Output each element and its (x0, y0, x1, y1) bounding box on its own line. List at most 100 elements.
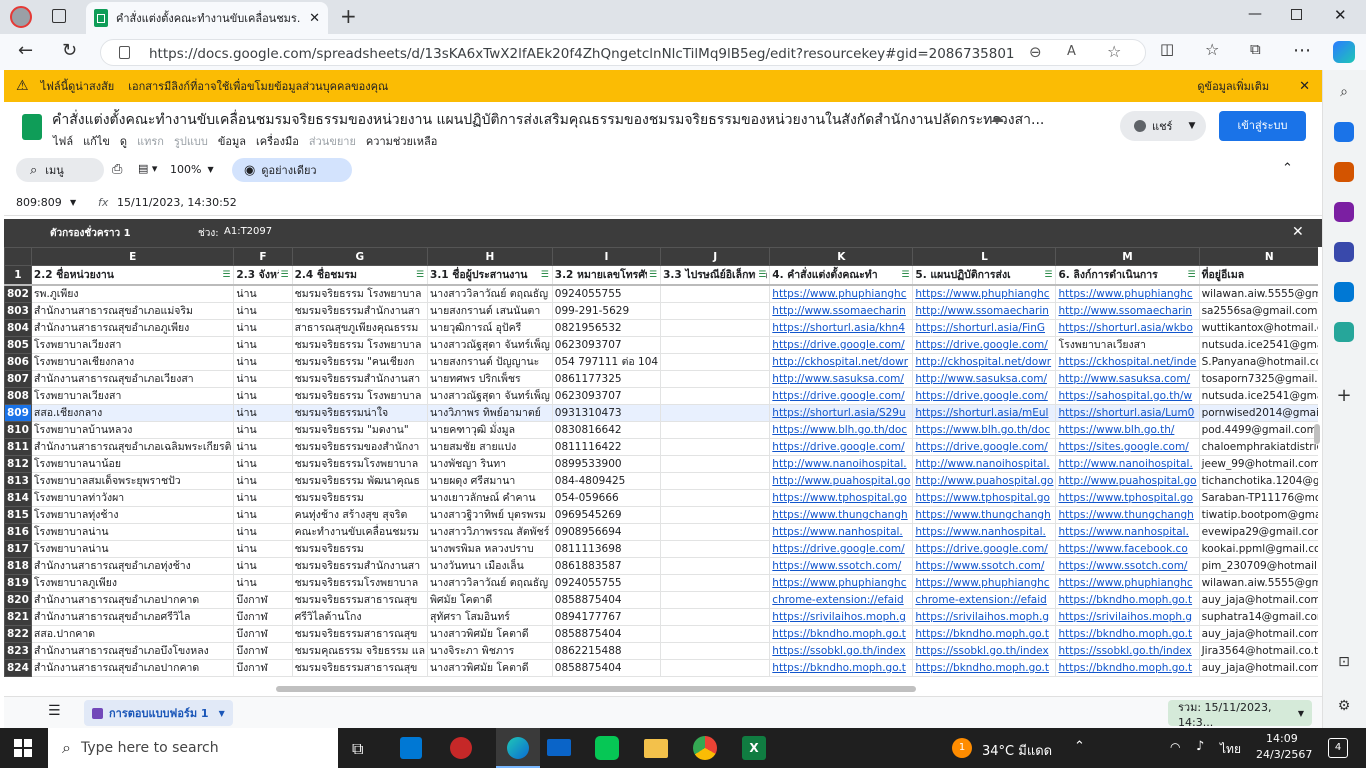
close-filter-icon[interactable]: ✕ (1292, 224, 1304, 240)
table-cell[interactable]: http://www.nanoihospital. (1055, 454, 1200, 473)
table-cell[interactable] (660, 471, 771, 490)
share-button[interactable]: แชร์ ▼ (1120, 111, 1206, 141)
row-number[interactable]: 810 (4, 420, 32, 439)
menu-data[interactable]: ข้อมูล (218, 132, 246, 150)
filter-icon[interactable]: ☰ (538, 267, 549, 283)
table-cell[interactable]: 084-4809425 (551, 471, 662, 490)
table-cell[interactable]: สำนักงานสาธารณสุขอำเภอเวียงสา (30, 369, 235, 388)
new-tab-icon[interactable]: + (340, 4, 357, 28)
excel-icon[interactable]: X (742, 736, 766, 760)
filter-icon[interactable]: ☰ (647, 267, 658, 283)
filter-icon[interactable]: ☰ (899, 267, 910, 283)
menu-view[interactable]: ดู (120, 132, 127, 150)
row-number[interactable]: 803 (4, 301, 32, 320)
table-cell[interactable]: jeew_99@hotmail.com (1198, 454, 1318, 473)
table-cell[interactable]: ชมรมจริยธรรมสำนักงานสา (291, 301, 429, 320)
table-cell[interactable] (660, 403, 771, 422)
table-cell[interactable]: https://www.nanhospital. (912, 522, 1057, 541)
table-cell[interactable]: คณะทำงานขับเคลื่อนชมรม (291, 522, 429, 541)
language-indicator[interactable]: ไทย (1220, 740, 1241, 759)
table-cell[interactable]: http://ckhospital.net/dowr (769, 352, 914, 371)
row-number[interactable]: 816 (4, 522, 32, 541)
table-cell[interactable]: https://www.phuphianghc (1055, 284, 1200, 303)
filter-name[interactable]: ตัวกรองชั่วคราว 1 (50, 226, 131, 241)
table-cell[interactable]: ชมรมจริยธรรม "มดงาน" (291, 420, 429, 439)
dismiss-icon[interactable]: ✕ (1299, 79, 1310, 94)
wifi-icon[interactable]: ◠ (1170, 740, 1180, 754)
table-cell[interactable]: นายทศพร ปริกเพ็ชร (427, 369, 553, 388)
back-icon[interactable]: ← (18, 40, 33, 61)
column-header[interactable]: E (30, 247, 235, 266)
table-cell[interactable]: น่าน (233, 505, 293, 524)
table-cell[interactable]: https://drive.google.com/ (769, 539, 914, 558)
table-cell[interactable]: 0894177767 (551, 607, 662, 626)
table-cell[interactable]: Jira3564@hotmail.co.th (1198, 641, 1318, 660)
table-cell[interactable]: โรงพยาบาลสมเด็จพระยุพราชปัว (30, 471, 235, 490)
table-cell[interactable]: pim_230709@hotmail.co (1198, 556, 1318, 575)
profile-avatar[interactable] (10, 6, 32, 28)
table-cell[interactable]: น่าน (233, 471, 293, 490)
table-cell[interactable]: นางสาววิภาพรรณ สัตพัชร์ (427, 522, 553, 541)
table-cell[interactable]: ชมรมจริยธรรม โรงพยาบาล (291, 335, 429, 354)
table-cell[interactable]: 099-291-5629 (551, 301, 662, 320)
header-cell[interactable]: ที่อยู่อีเมล☰ (1198, 265, 1318, 286)
table-cell[interactable]: นางสาววิลาวัณย์ ตฤณธัญ (427, 573, 553, 592)
table-cell[interactable]: 0811116422 (551, 437, 662, 456)
all-sheets-icon[interactable]: ☰ (48, 703, 61, 719)
column-header[interactable]: F (233, 247, 293, 266)
table-cell[interactable]: https://www.ssotch.com/ (912, 556, 1057, 575)
filter-icon[interactable]: ☰ (278, 267, 289, 283)
row-number[interactable]: 805 (4, 335, 32, 354)
table-cell[interactable]: nutsuda.ice2541@gmail (1198, 335, 1318, 354)
table-cell[interactable]: https://drive.google.com/ (769, 386, 914, 405)
column-header[interactable]: G (291, 247, 429, 266)
favorites-icon[interactable]: ☆ (1205, 40, 1219, 59)
notification-badge[interactable]: 1 (952, 738, 972, 758)
table-cell[interactable]: https://www.phuphianghc (912, 284, 1057, 303)
row-number[interactable]: 808 (4, 386, 32, 405)
table-cell[interactable]: ชมรมจริยธรรมสาธารณสุข (291, 624, 429, 643)
table-cell[interactable]: ชมรมจริยธรรมของสำนักงา (291, 437, 429, 456)
table-cell[interactable]: https://shorturl.asia/Lum0 (1055, 403, 1200, 422)
table-cell[interactable]: http://www.sasuksa.com/ (912, 369, 1057, 388)
row-number[interactable]: 804 (4, 318, 32, 337)
table-cell[interactable]: https://shorturl.asia/khn4 (769, 318, 914, 337)
table-cell[interactable]: โรงพยาบาลเวียงสา (1055, 335, 1200, 354)
table-cell[interactable]: น่าน (233, 403, 293, 422)
table-cell[interactable]: https://sites.google.com/ (1055, 437, 1200, 456)
table-cell[interactable]: นางวิภาพร ทิพย์อามาตย์ (427, 403, 553, 422)
table-cell[interactable]: nutsuda.ice2541@gmail (1198, 386, 1318, 405)
table-cell[interactable]: โรงพยาบาลนาน้อย (30, 454, 235, 473)
collections-icon[interactable]: ⧉ (1250, 40, 1261, 58)
menu-file[interactable]: ไฟล์ (53, 132, 73, 150)
table-cell[interactable]: พิศมัย โคตาดี (427, 590, 553, 609)
notification-center-badge[interactable]: 4 (1328, 738, 1348, 758)
table-cell[interactable]: Saraban-TP11176@mo (1198, 488, 1318, 507)
start-icon[interactable] (14, 739, 32, 757)
document-title[interactable]: คำสั่งแต่งตั้งคณะทำงานขับเคลื่อนชมรมจริย… (52, 109, 1044, 131)
tools-icon[interactable] (1334, 162, 1354, 182)
row-number[interactable]: 821 (4, 607, 32, 626)
table-cell[interactable]: โรงพยาบาลน่าน (30, 539, 235, 558)
row-number[interactable]: 822 (4, 624, 32, 643)
row-number[interactable]: 802 (4, 284, 32, 303)
vertical-scrollbar[interactable] (1314, 424, 1320, 444)
table-cell[interactable]: https://bkndho.moph.go.t (769, 624, 914, 643)
table-cell[interactable]: auy_jaja@hotmail.com (1198, 624, 1318, 643)
table-cell[interactable]: สำนักงานสาธารณสุขอำเภอเฉลิมพระเกียรติ (30, 437, 235, 456)
table-cell[interactable]: ชมรมจริยธรรม (291, 488, 429, 507)
formula-value[interactable]: 15/11/2023, 14:30:52 (117, 196, 237, 209)
table-cell[interactable] (660, 284, 771, 303)
table-cell[interactable]: 0811113698 (551, 539, 662, 558)
table-cell[interactable]: https://www.thungchangh (912, 505, 1057, 524)
table-cell[interactable]: https://shorturl.asia/FinG (912, 318, 1057, 337)
name-box[interactable]: 809:809 (16, 196, 62, 209)
table-cell[interactable]: 0858875404 (551, 624, 662, 643)
table-cell[interactable]: สำนักงานสาธารณสุขอำเภอแม่จริม (30, 301, 235, 320)
refresh-icon[interactable]: ↻ (62, 40, 77, 61)
table-cell[interactable]: นายผดุง ศรีสมานา (427, 471, 553, 490)
office-icon[interactable] (1334, 242, 1354, 262)
url-field[interactable]: https://docs.google.com/spreadsheets/d/1… (100, 39, 1146, 66)
chrome-icon[interactable] (693, 736, 717, 760)
table-cell[interactable]: โรงพยาบาลเวียงสา (30, 386, 235, 405)
